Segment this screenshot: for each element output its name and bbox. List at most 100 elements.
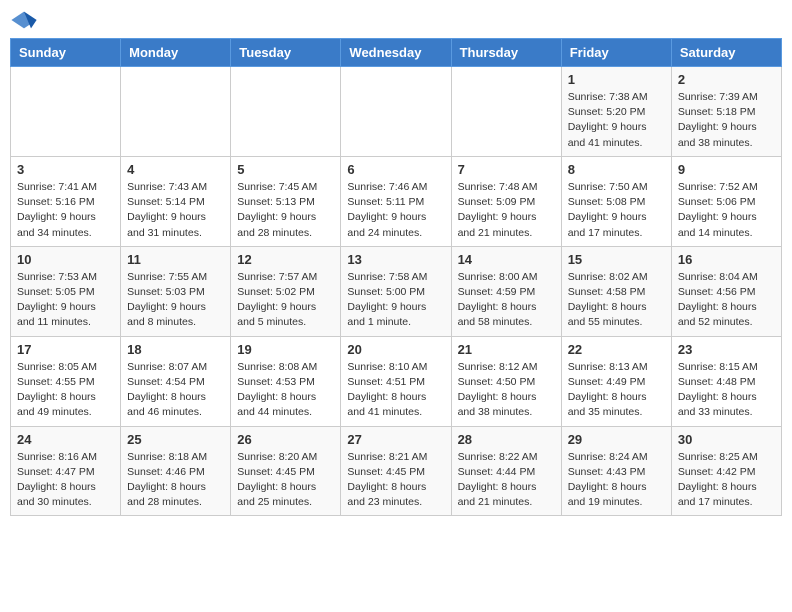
calendar-cell: 6 Sunrise: 7:46 AMSunset: 5:11 PMDaylight…: [341, 156, 451, 246]
day-info: Sunrise: 8:18 AMSunset: 4:46 PMDaylight:…: [127, 450, 224, 511]
day-info: Sunrise: 7:53 AMSunset: 5:05 PMDaylight:…: [17, 270, 114, 331]
weekday-header-wednesday: Wednesday: [341, 39, 451, 67]
day-info: Sunrise: 8:13 AMSunset: 4:49 PMDaylight:…: [568, 360, 665, 421]
calendar-cell: 9 Sunrise: 7:52 AMSunset: 5:06 PMDaylight…: [671, 156, 781, 246]
day-info: Sunrise: 7:52 AMSunset: 5:06 PMDaylight:…: [678, 180, 775, 241]
calendar-week-0: 1 Sunrise: 7:38 AMSunset: 5:20 PMDaylight…: [11, 67, 782, 157]
calendar-week-3: 17Sunrise: 8:05 AMSunset: 4:55 PMDayligh…: [11, 336, 782, 426]
day-info: Sunrise: 7:48 AMSunset: 5:09 PMDaylight:…: [458, 180, 555, 241]
calendar-cell: 23 Sunrise: 8:15 AMSunset: 4:48 PMDayligh…: [671, 336, 781, 426]
calendar-cell: 16Sunrise: 8:04 AMSunset: 4:56 PMDayligh…: [671, 246, 781, 336]
day-info: Sunrise: 8:00 AMSunset: 4:59 PMDaylight:…: [458, 270, 555, 331]
day-info: Sunrise: 7:43 AMSunset: 5:14 PMDaylight:…: [127, 180, 224, 241]
calendar-cell: 11 Sunrise: 7:55 AMSunset: 5:03 PMDayligh…: [121, 246, 231, 336]
logo: [10, 10, 42, 30]
day-number: 20: [347, 342, 444, 357]
day-info: Sunrise: 7:55 AMSunset: 5:03 PMDaylight:…: [127, 270, 224, 331]
calendar-week-1: 3 Sunrise: 7:41 AMSunset: 5:16 PMDaylight…: [11, 156, 782, 246]
day-number: 14: [458, 252, 555, 267]
day-number: 23: [678, 342, 775, 357]
day-info: Sunrise: 8:12 AMSunset: 4:50 PMDaylight:…: [458, 360, 555, 421]
day-info: Sunrise: 8:25 AMSunset: 4:42 PMDaylight:…: [678, 450, 775, 511]
day-number: 9: [678, 162, 775, 177]
calendar-cell: 5 Sunrise: 7:45 AMSunset: 5:13 PMDaylight…: [231, 156, 341, 246]
calendar-cell: 1 Sunrise: 7:38 AMSunset: 5:20 PMDaylight…: [561, 67, 671, 157]
day-number: 2: [678, 72, 775, 87]
weekday-header-saturday: Saturday: [671, 39, 781, 67]
day-number: 19: [237, 342, 334, 357]
day-info: Sunrise: 7:39 AMSunset: 5:18 PMDaylight:…: [678, 90, 775, 151]
day-info: Sunrise: 8:16 AMSunset: 4:47 PMDaylight:…: [17, 450, 114, 511]
day-info: Sunrise: 8:15 AMSunset: 4:48 PMDaylight:…: [678, 360, 775, 421]
calendar-cell: 25 Sunrise: 8:18 AMSunset: 4:46 PMDayligh…: [121, 426, 231, 516]
calendar-cell: 26 Sunrise: 8:20 AMSunset: 4:45 PMDayligh…: [231, 426, 341, 516]
calendar-cell: 22Sunrise: 8:13 AMSunset: 4:49 PMDayligh…: [561, 336, 671, 426]
weekday-header-tuesday: Tuesday: [231, 39, 341, 67]
day-number: 21: [458, 342, 555, 357]
day-number: 26: [237, 432, 334, 447]
weekday-header-thursday: Thursday: [451, 39, 561, 67]
day-info: Sunrise: 8:08 AMSunset: 4:53 PMDaylight:…: [237, 360, 334, 421]
day-info: Sunrise: 8:21 AMSunset: 4:45 PMDaylight:…: [347, 450, 444, 511]
calendar-cell: 21 Sunrise: 8:12 AMSunset: 4:50 PMDayligh…: [451, 336, 561, 426]
calendar-cell: [11, 67, 121, 157]
calendar-cell: [341, 67, 451, 157]
day-info: Sunrise: 8:07 AMSunset: 4:54 PMDaylight:…: [127, 360, 224, 421]
calendar-cell: [451, 67, 561, 157]
day-number: 11: [127, 252, 224, 267]
weekday-header-monday: Monday: [121, 39, 231, 67]
day-number: 15: [568, 252, 665, 267]
calendar-cell: 15 Sunrise: 8:02 AMSunset: 4:58 PMDayligh…: [561, 246, 671, 336]
calendar-cell: 7 Sunrise: 7:48 AMSunset: 5:09 PMDaylight…: [451, 156, 561, 246]
calendar-cell: 4 Sunrise: 7:43 AMSunset: 5:14 PMDaylight…: [121, 156, 231, 246]
day-info: Sunrise: 7:41 AMSunset: 5:16 PMDaylight:…: [17, 180, 114, 241]
day-number: 6: [347, 162, 444, 177]
day-info: Sunrise: 7:50 AMSunset: 5:08 PMDaylight:…: [568, 180, 665, 241]
calendar-cell: [121, 67, 231, 157]
calendar-cell: 28Sunrise: 8:22 AMSunset: 4:44 PMDayligh…: [451, 426, 561, 516]
weekday-header-sunday: Sunday: [11, 39, 121, 67]
day-info: Sunrise: 7:38 AMSunset: 5:20 PMDaylight:…: [568, 90, 665, 151]
calendar-cell: 29 Sunrise: 8:24 AMSunset: 4:43 PMDayligh…: [561, 426, 671, 516]
day-number: 28: [458, 432, 555, 447]
calendar-cell: 14 Sunrise: 8:00 AMSunset: 4:59 PMDayligh…: [451, 246, 561, 336]
calendar-cell: 3 Sunrise: 7:41 AMSunset: 5:16 PMDaylight…: [11, 156, 121, 246]
day-info: Sunrise: 8:05 AMSunset: 4:55 PMDaylight:…: [17, 360, 114, 421]
day-number: 1: [568, 72, 665, 87]
day-number: 16: [678, 252, 775, 267]
day-number: 3: [17, 162, 114, 177]
calendar-week-4: 24 Sunrise: 8:16 AMSunset: 4:47 PMDayligh…: [11, 426, 782, 516]
day-number: 25: [127, 432, 224, 447]
day-info: Sunrise: 7:46 AMSunset: 5:11 PMDaylight:…: [347, 180, 444, 241]
day-number: 10: [17, 252, 114, 267]
calendar-cell: 17Sunrise: 8:05 AMSunset: 4:55 PMDayligh…: [11, 336, 121, 426]
day-number: 24: [17, 432, 114, 447]
calendar-cell: 30 Sunrise: 8:25 AMSunset: 4:42 PMDayligh…: [671, 426, 781, 516]
day-info: Sunrise: 8:10 AMSunset: 4:51 PMDaylight:…: [347, 360, 444, 421]
day-number: 27: [347, 432, 444, 447]
day-info: Sunrise: 7:57 AMSunset: 5:02 PMDaylight:…: [237, 270, 334, 331]
calendar-cell: 19 Sunrise: 8:08 AMSunset: 4:53 PMDayligh…: [231, 336, 341, 426]
calendar-cell: 13 Sunrise: 7:58 AMSunset: 5:00 PMDayligh…: [341, 246, 451, 336]
calendar-cell: 27 Sunrise: 8:21 AMSunset: 4:45 PMDayligh…: [341, 426, 451, 516]
day-number: 7: [458, 162, 555, 177]
calendar-week-2: 10 Sunrise: 7:53 AMSunset: 5:05 PMDayligh…: [11, 246, 782, 336]
day-number: 29: [568, 432, 665, 447]
day-info: Sunrise: 8:02 AMSunset: 4:58 PMDaylight:…: [568, 270, 665, 331]
day-info: Sunrise: 8:24 AMSunset: 4:43 PMDaylight:…: [568, 450, 665, 511]
header: [10, 10, 782, 30]
day-info: Sunrise: 7:58 AMSunset: 5:00 PMDaylight:…: [347, 270, 444, 331]
day-number: 13: [347, 252, 444, 267]
day-number: 12: [237, 252, 334, 267]
day-number: 30: [678, 432, 775, 447]
calendar-cell: 20 Sunrise: 8:10 AMSunset: 4:51 PMDayligh…: [341, 336, 451, 426]
day-number: 5: [237, 162, 334, 177]
calendar-cell: 18Sunrise: 8:07 AMSunset: 4:54 PMDayligh…: [121, 336, 231, 426]
day-info: Sunrise: 8:20 AMSunset: 4:45 PMDaylight:…: [237, 450, 334, 511]
calendar-cell: 24 Sunrise: 8:16 AMSunset: 4:47 PMDayligh…: [11, 426, 121, 516]
day-number: 4: [127, 162, 224, 177]
logo-icon: [10, 10, 38, 30]
day-info: Sunrise: 7:45 AMSunset: 5:13 PMDaylight:…: [237, 180, 334, 241]
calendar-table: SundayMondayTuesdayWednesdayThursdayFrid…: [10, 38, 782, 516]
calendar-cell: [231, 67, 341, 157]
